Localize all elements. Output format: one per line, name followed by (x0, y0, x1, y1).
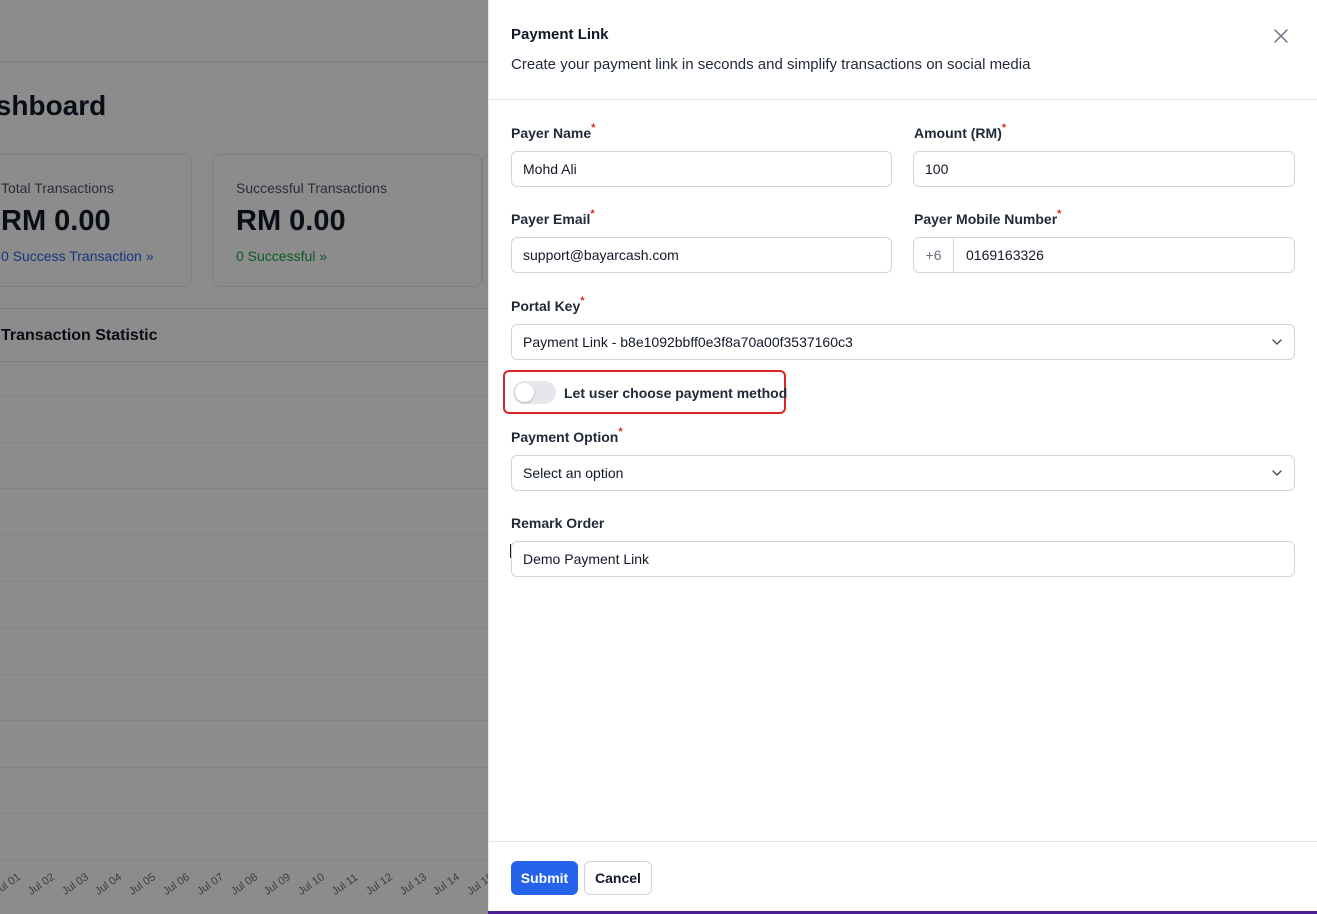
label-text: Payment Option (511, 429, 619, 445)
input-value: support@bayarcash.com (523, 247, 679, 263)
payer-email-input[interactable]: support@bayarcash.com (511, 237, 892, 273)
required-mark: * (1001, 122, 1007, 134)
chevron-down-icon (1271, 467, 1283, 479)
toggle-knob (515, 383, 534, 402)
payer-email-label: Payer Email* (511, 208, 595, 227)
payment-method-toggle[interactable] (513, 381, 556, 404)
payment-link-drawer: Payment Link Create your payment link in… (488, 0, 1317, 914)
toggle-label: Let user choose payment method (564, 385, 788, 401)
remark-order-label: Remark Order (511, 515, 604, 531)
amount-label: Amount (RM)* (914, 122, 1007, 141)
portal-key-label: Portal Key* (511, 295, 585, 314)
payer-name-label: Payer Name* (511, 122, 596, 141)
amount-input[interactable]: 100 (913, 151, 1295, 187)
label-text: Payer Mobile Number (914, 211, 1058, 227)
required-mark: * (590, 208, 595, 220)
drawer-footer: Submit Cancel (489, 841, 1317, 914)
drawer-title: Payment Link (511, 26, 609, 43)
selected-value: Payment Link - b8e1092bbff0e3f8a70a00f35… (523, 334, 853, 350)
close-icon (1274, 29, 1288, 43)
payment-option-label: Payment Option* (511, 426, 623, 445)
required-mark: * (591, 122, 596, 134)
portal-key-select[interactable]: Payment Link - b8e1092bbff0e3f8a70a00f35… (511, 324, 1295, 360)
selected-value: Select an option (523, 465, 624, 481)
payment-method-toggle-group: Let user choose payment method (503, 370, 788, 414)
drawer-subtitle: Create your payment link in seconds and … (511, 56, 1031, 73)
required-mark: * (618, 426, 623, 438)
chevron-down-icon (1271, 336, 1283, 348)
input-value: 100 (925, 161, 949, 177)
label-text: Portal Key (511, 298, 581, 314)
input-value: 0169163326 (966, 247, 1044, 263)
input-value: Demo Payment Link (523, 551, 650, 567)
drawer-header: Payment Link Create your payment link in… (489, 0, 1317, 100)
required-mark: * (1057, 208, 1062, 220)
remark-order-input[interactable]: Demo Payment Link (511, 541, 1295, 577)
label-text: Remark Order (511, 515, 605, 531)
cancel-button[interactable]: Cancel (584, 861, 652, 895)
country-code-prefix: +6 (914, 238, 954, 272)
submit-button[interactable]: Submit (511, 861, 578, 895)
label-text: Amount (RM) (914, 125, 1002, 141)
payer-mobile-label: Payer Mobile Number* (914, 208, 1062, 227)
required-mark: * (580, 295, 585, 307)
close-button[interactable] (1271, 26, 1291, 46)
payer-mobile-input[interactable]: +6 0169163326 (913, 237, 1295, 273)
label-text: Payer Email (511, 211, 591, 227)
payment-option-select[interactable]: Select an option (511, 455, 1295, 491)
modal-overlay[interactable] (0, 0, 488, 914)
label-text: Payer Name (511, 125, 592, 141)
payer-name-input[interactable]: Mohd Ali (511, 151, 892, 187)
input-value: Mohd Ali (523, 161, 577, 177)
text-cursor (510, 544, 511, 558)
